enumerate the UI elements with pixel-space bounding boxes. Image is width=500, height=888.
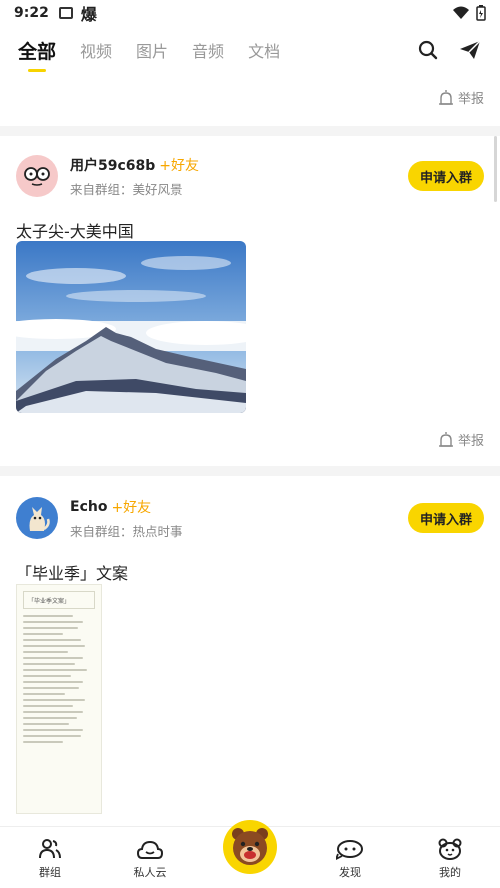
search-button[interactable] [416,38,440,62]
post-photo[interactable] [16,241,246,413]
paper-plane-icon [460,40,481,59]
nav-private-cloud[interactable]: 私人云 [100,840,200,880]
status-time: 9:22 [14,5,49,21]
tab-image[interactable]: 图片 [136,38,168,62]
wifi-icon [453,6,469,19]
alarm-icon [438,431,453,447]
report-label: 举报 [457,434,484,449]
post-card: 用户59c68b +好友 来自群组：美好风景 申请入群 太子尖-大美中国 [0,146,500,242]
image-notification-icon [58,7,73,19]
scrollbar[interactable] [494,136,497,202]
nav-groups[interactable]: 群组 [0,838,100,880]
document-heading: 「毕业季文案」 [23,591,95,609]
source-group: 来自群组：热点时事 [70,523,183,539]
nav-discover[interactable]: 发现 [300,840,400,880]
post-title: 「毕业季」文案 [16,564,129,583]
tab-all[interactable]: 全部 [18,37,56,72]
add-friend-button[interactable]: +好友 [159,155,199,175]
send-button[interactable] [458,38,482,62]
tab-audio[interactable]: 音频 [192,38,224,62]
nav-center[interactable] [200,820,300,880]
username[interactable]: 用户59c68b [70,155,155,175]
category-tabs: 全部 视频 图片 音频 文档 [0,28,500,72]
nav-cloud-label: 私人云 [133,866,167,879]
join-group-button[interactable]: 申请入群 [407,503,484,533]
username[interactable]: Echo [70,499,107,515]
add-friend-button[interactable]: +好友 [111,497,151,517]
nav-groups-label: 群组 [39,866,61,879]
cat-icon [29,507,50,531]
report-label: 举报 [457,92,484,107]
bear-home-button[interactable] [223,820,277,874]
avatar[interactable] [16,155,58,197]
nav-discover-label: 发现 [339,866,361,879]
document-thumbnail[interactable]: 「毕业季文案」 [16,584,102,814]
bottom-navigation: 群组 私人云 发现 我的 [0,820,500,888]
join-group-button[interactable]: 申请入群 [407,161,484,191]
mountain-landscape-image [16,241,246,413]
post-title: 太子尖-大美中国 [16,222,134,241]
report-link[interactable]: 举报 [438,430,484,449]
bear-profile-icon [438,838,462,860]
cloud-icon [137,840,163,859]
nav-mine-label: 我的 [439,866,461,879]
post-card: Echo +好友 来自群组：热点时事 申请入群 「毕业季」文案 [0,488,500,584]
battery-icon [476,5,486,21]
app-notification-icon: 爆 [80,5,97,24]
avatar[interactable] [16,497,58,539]
chat-bubble-icon [336,840,363,860]
tab-document[interactable]: 文档 [248,38,280,62]
alarm-icon [438,89,453,105]
tab-video[interactable]: 视频 [80,38,112,62]
nav-mine[interactable]: 我的 [400,838,500,880]
report-link[interactable]: 举报 [438,88,484,107]
status-bar: 9:22 爆 [0,0,500,26]
glasses-face-icon [24,167,50,186]
search-icon [418,40,438,60]
bear-face-icon [232,828,268,865]
people-icon [39,839,61,859]
section-divider [0,126,500,136]
section-divider [0,466,500,476]
source-group: 来自群组：美好风景 [70,181,183,197]
